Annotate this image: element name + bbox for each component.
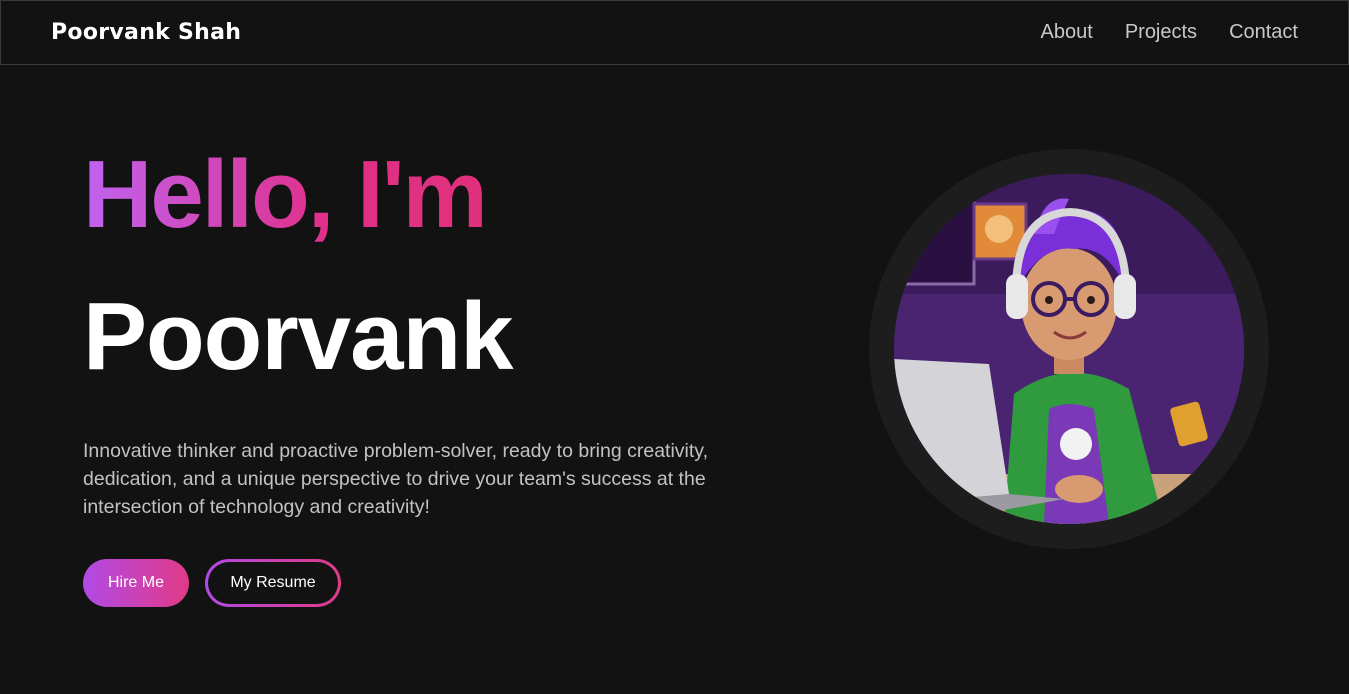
nav-link-projects[interactable]: Projects [1125,21,1197,44]
avatar-illustration-icon [894,174,1244,524]
avatar-ring [869,149,1269,549]
hire-me-button[interactable]: Hire Me [83,559,189,607]
my-resume-label: My Resume [208,562,338,604]
nav-link-about[interactable]: About [1041,21,1093,44]
brand-logo[interactable]: Poorvank Shah [51,20,241,45]
nav-links: About Projects Contact [1041,21,1298,44]
hero-greeting: Hello, I'm [83,141,488,248]
hero-name: Poorvank [83,283,513,390]
my-resume-button[interactable]: My Resume [205,559,341,607]
avatar [894,174,1244,524]
hero-buttons: Hire Me My Resume [83,559,803,607]
hero-section: Hello, I'm Poorvank Innovative thinker a… [83,140,803,607]
nav-link-contact[interactable]: Contact [1229,21,1298,44]
navbar: Poorvank Shah About Projects Contact [0,0,1349,65]
hero-tagline: Innovative thinker and proactive problem… [83,440,709,518]
